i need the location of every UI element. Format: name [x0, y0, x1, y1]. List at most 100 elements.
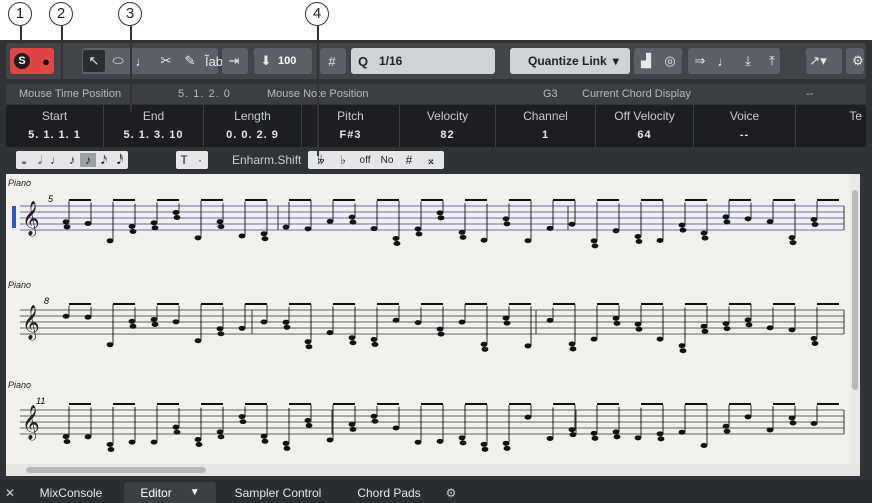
enharm-no-button[interactable]: No [376, 155, 398, 166]
step-input-icon[interactable]: ▟ [635, 50, 657, 72]
move-insert-icon[interactable]: ⇒ [689, 50, 711, 72]
truncated-column[interactable]: Te [796, 105, 866, 147]
chevron-down-icon[interactable]: ▼ [190, 487, 200, 498]
note-head [789, 420, 797, 426]
gear-icon[interactable]: ⚙ [847, 50, 869, 72]
voice-column[interactable]: Voice -- [694, 105, 796, 147]
grid-icon[interactable]: # [321, 50, 343, 72]
horizontal-scroll-thumb[interactable] [26, 467, 206, 473]
note-head [392, 235, 400, 241]
note-head [150, 220, 158, 226]
note-head [722, 214, 730, 220]
object-selection-tool[interactable]: ↖ [83, 50, 105, 72]
eighth-note-button[interactable]: ♪ [64, 153, 80, 167]
half-note-button[interactable]: 𝅗𝅥 [32, 153, 48, 168]
note-head [106, 342, 114, 348]
enharm-off-button[interactable]: off [354, 155, 376, 166]
note-head [591, 435, 599, 441]
tab-mixconsole[interactable]: MixConsole [20, 482, 122, 503]
quantize-link-select[interactable]: Quantize Link ▾ [510, 48, 630, 74]
note-head [238, 325, 246, 331]
chord-icon[interactable]: ⤒ [761, 50, 783, 72]
note-head [458, 435, 466, 441]
record-button[interactable]: ● [35, 50, 57, 72]
pitch-icon[interactable]: ♩ [713, 50, 735, 72]
note-head [810, 216, 818, 222]
note-head [282, 440, 290, 446]
treble-clef: 𝄞 [22, 405, 40, 441]
tab-sampler-control[interactable]: Sampler Control [220, 482, 336, 503]
note-head [414, 439, 422, 445]
quantize-preset[interactable]: 1/16 [379, 54, 402, 68]
vertical-scrollbar[interactable] [850, 174, 860, 464]
note-head [107, 447, 115, 453]
note-head [128, 439, 136, 445]
grid-group: # [320, 48, 346, 74]
note-head [194, 338, 202, 344]
end-column[interactable]: End 5. 1. 3. 10 [104, 105, 204, 147]
score-display[interactable]: 𝄞 𝄞 𝄞 Piano Piano Piano 5 8 11 [6, 174, 850, 464]
note-head [612, 429, 620, 435]
note-head [678, 222, 686, 228]
off-velocity-column[interactable]: Off Velocity 64 [596, 105, 694, 147]
erase-tool[interactable]: ⬭ [107, 50, 129, 72]
start-column[interactable]: Start 5. 1. 1. 1 [6, 105, 104, 147]
colors-menu-icon[interactable]: ↗▾ [807, 50, 829, 72]
channel-column[interactable]: Channel 1 [496, 105, 596, 147]
double-flat-button[interactable]: 𝄫 [310, 153, 332, 168]
dotted-button[interactable]: · [192, 153, 208, 167]
note-head [260, 231, 268, 237]
sixteenth-note-button[interactable]: ♪ [80, 153, 96, 167]
note-head [524, 343, 532, 349]
note-head [656, 336, 664, 342]
note-head [173, 429, 181, 435]
sharp-button[interactable]: # [398, 153, 420, 167]
note-head [260, 319, 268, 325]
note-head [524, 414, 532, 420]
note-head [612, 315, 620, 321]
note-head [371, 418, 379, 424]
quarter-note-button[interactable]: ♩ [48, 153, 64, 167]
velocity-column[interactable]: Velocity 82 [400, 105, 496, 147]
note-head [172, 319, 180, 325]
whole-note-button[interactable]: 𝅝 [16, 153, 32, 168]
sixtyfourth-note-button[interactable]: 𝅘𝅥𝅰 [112, 153, 128, 168]
horizontal-scrollbar[interactable] [6, 464, 860, 476]
note-off-icon[interactable]: ⤓ [737, 50, 759, 72]
note-head [217, 331, 225, 337]
tab-chord-pads[interactable]: Chord Pads [346, 482, 432, 503]
note-tool[interactable]: ♩ [131, 50, 153, 72]
note-head [458, 229, 466, 235]
gear-icon[interactable]: ⚙ [440, 482, 462, 503]
record-icon: ● [42, 53, 50, 69]
tab-editor[interactable]: Editor ▼ [124, 482, 216, 503]
solo-button[interactable]: S [11, 50, 33, 72]
triplet-button[interactable]: T [176, 153, 192, 167]
note-head [744, 317, 752, 323]
draw-tool[interactable]: ✎ [179, 50, 201, 72]
note-head [502, 216, 510, 222]
thirtysecond-note-button[interactable]: 𝅘𝅥𝅯 [96, 153, 112, 168]
note-head [304, 226, 312, 232]
close-icon[interactable]: ✕ [2, 482, 18, 503]
staff-label-2: Piano [8, 280, 32, 290]
measure-number-1: 5 [48, 194, 54, 204]
note-head [723, 219, 731, 225]
note-head [238, 414, 246, 420]
note-head [84, 221, 92, 227]
quantize-apply-button[interactable]: Q [352, 50, 374, 72]
note-head [283, 324, 291, 330]
note-head [370, 413, 378, 419]
midi-input-icon[interactable]: ◎ [659, 50, 681, 72]
insert-velocity-value[interactable]: 100 [278, 55, 296, 67]
length-column[interactable]: Length 0. 0. 2. 9 [204, 105, 302, 147]
staff-label-3: Piano [8, 380, 32, 390]
note-head [613, 434, 621, 440]
autoscroll-icon[interactable]: ⇥ [223, 50, 245, 72]
double-sharp-button[interactable]: 𝄪 [420, 153, 442, 168]
note-head [437, 331, 445, 337]
vertical-scroll-thumb[interactable] [852, 190, 858, 390]
flat-button[interactable]: ♭ [332, 153, 354, 167]
note-head [393, 240, 401, 246]
cut-tool[interactable]: ✂ [155, 50, 177, 72]
